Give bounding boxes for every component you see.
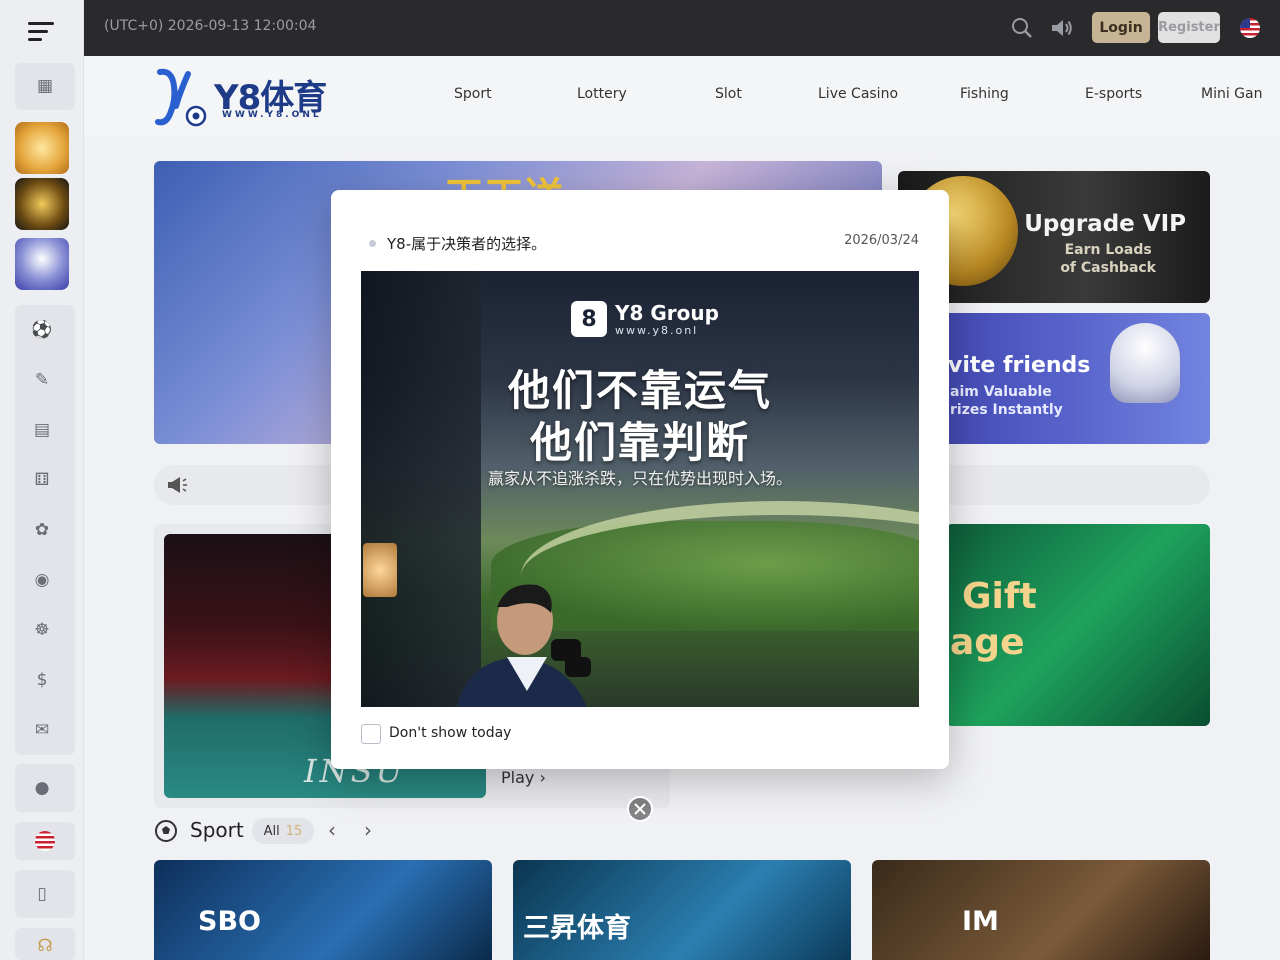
image-headline-2: 他们靠判断 (529, 418, 750, 467)
image-tagline: 赢家从不追涨杀跌，只在优势出现时入场。 (487, 469, 792, 488)
man-with-binoculars (457, 584, 591, 707)
y8-logo-icon: 8 (571, 301, 607, 337)
announcement-image[interactable]: 8 Y8 Group www.y8.onl 他们不靠运气 他们靠判断 赢家从不追… (361, 271, 919, 707)
lamp-icon (363, 543, 397, 597)
dont-show-today-checkbox[interactable] (361, 724, 381, 744)
image-brand: Y8 Group (615, 301, 719, 325)
announcement-modal: Y8-属于决策者的选择。 2026/03/24 8 Y8 Group www.y… (331, 190, 949, 769)
dont-show-today-label[interactable]: Don't show today (389, 725, 511, 741)
modal-close-button[interactable] (627, 796, 653, 822)
image-url: www.y8.onl (615, 324, 699, 337)
close-icon (634, 803, 646, 815)
title-bullet-icon (369, 240, 376, 247)
modal-date: 2026/03/24 (844, 233, 919, 248)
modal-title: Y8-属于决策者的选择。 (387, 235, 547, 253)
